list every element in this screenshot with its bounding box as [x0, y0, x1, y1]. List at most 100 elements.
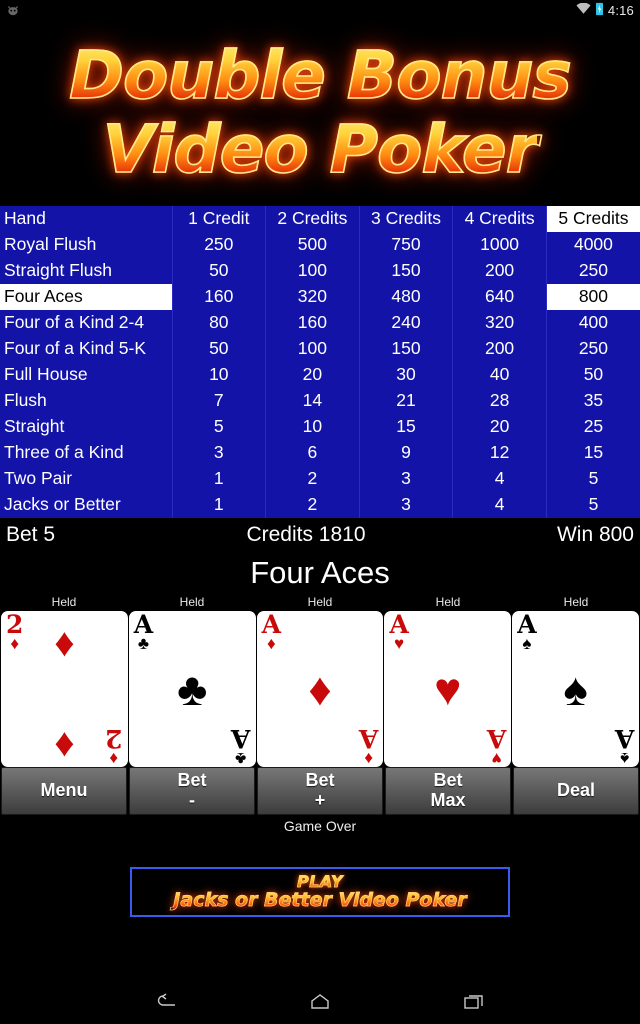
android-nav-bar: [0, 980, 640, 1024]
hand-result-text: Four Aces: [0, 551, 640, 595]
paytable-header-3credits: 3 Credits: [359, 206, 454, 232]
game-status-text: Game Over: [0, 815, 640, 837]
paytable-cell: 400: [578, 312, 609, 332]
playing-card[interactable]: A ♠ A ♠ ♠: [512, 611, 639, 767]
card-rank: A: [231, 724, 251, 753]
paytable-cell: 20: [452, 414, 547, 440]
control-button-sublabel: -: [189, 790, 195, 810]
paytable-cell: 4: [452, 466, 547, 492]
paytable-row: Straight Flush 50 100 150 200 250: [0, 258, 640, 284]
paytable-cell: 15: [583, 442, 604, 462]
control-button-label: Bet: [433, 770, 463, 791]
back-arrow-icon[interactable]: [149, 989, 183, 1015]
paytable-header-1credit: 1 Credit: [172, 206, 267, 232]
paytable-row: Straight 5 10 15 20 25: [0, 414, 640, 440]
menu-button[interactable]: Menu: [1, 767, 127, 815]
paytable-row: Two Pair 1 2 3 4 5: [0, 466, 640, 492]
paytable-cell: 20: [265, 362, 360, 388]
game-title-line2: Video Poker: [102, 110, 539, 188]
meter-row: Bet 5 Credits 1810 Win 800: [0, 519, 640, 551]
bet-minus-button[interactable]: Bet -: [129, 767, 255, 815]
card-rank: A: [614, 724, 634, 753]
paytable-cell: 640: [452, 284, 547, 310]
win-meter: Win 800: [556, 523, 634, 546]
paytable: Hand 1 Credit 2 Credits 3 Credits 4 Cred…: [0, 205, 640, 519]
paytable-cell: 50: [583, 364, 604, 384]
card-index-bottom: A ♣: [231, 724, 251, 767]
paytable-cell: 1: [172, 466, 267, 492]
recent-apps-icon[interactable]: [457, 989, 491, 1015]
card-suit-icon: ♥: [394, 633, 405, 653]
card-suit-icon: ♦: [266, 633, 276, 653]
paytable-cell: 150: [359, 336, 454, 362]
bet-max-button[interactable]: Bet Max: [385, 767, 511, 815]
paytable-cell: 4: [452, 492, 547, 518]
ad-banner-line2: Jacks or Better Video Poker: [173, 888, 467, 911]
paytable-hand-label: Four Aces: [0, 284, 173, 310]
paytable-cell: 14: [265, 388, 360, 414]
paytable-hand-label: Two Pair: [0, 466, 173, 492]
wifi-icon: [576, 2, 591, 18]
paytable-cell: 12: [452, 440, 547, 466]
paytable-cell: 5: [172, 414, 267, 440]
card-pip: ♥: [434, 663, 462, 715]
paytable-hand-label: Straight Flush: [0, 258, 173, 284]
paytable-row: Flush 7 14 21 28 35: [0, 388, 640, 414]
status-bar-left: [6, 4, 20, 16]
paytable-cell: 200: [452, 336, 547, 362]
card-suit-icon: ♠: [522, 633, 532, 653]
playing-card[interactable]: 2 ♦ 2 ♦ ♦ ♦: [1, 611, 128, 767]
card-index-bottom: A ♦: [359, 724, 378, 767]
card-index-top: A ♠: [517, 612, 536, 653]
paytable-row: Three of a Kind 3 6 9 12 15: [0, 440, 640, 466]
paytable-header-4credits: 4 Credits: [452, 206, 547, 232]
paytable-cell: 5: [588, 494, 599, 514]
held-label: Held: [307, 595, 333, 609]
playing-card[interactable]: A ♣ A ♣ ♣: [128, 611, 256, 767]
paytable-cell: 160: [265, 310, 360, 336]
paytable-hand-label: Straight: [0, 414, 173, 440]
paytable-cell: 200: [452, 258, 547, 284]
card-pip: ♦: [54, 721, 75, 765]
game-title-line1: Double Bonus: [68, 36, 572, 114]
paytable-cell: 15: [359, 414, 454, 440]
paytable-row: Four of a Kind 5-K 50 100 150 200 250: [0, 336, 640, 362]
paytable-row: Four Aces 160 320 480 640 800: [0, 284, 640, 310]
bet-meter: Bet 5: [6, 523, 56, 546]
paytable-cell: 7: [172, 388, 267, 414]
paytable-cell: 3: [359, 466, 454, 492]
paytable-cell: 750: [359, 232, 454, 258]
paytable-cell: 250: [578, 338, 609, 358]
playing-card[interactable]: A ♥ A ♥ ♥: [384, 611, 512, 767]
paytable-cell: 35: [583, 390, 604, 410]
paytable-hand-label: Three of a Kind: [0, 440, 173, 466]
paytable-cell: 30: [359, 362, 454, 388]
paytable-cell: 160: [172, 284, 267, 310]
paytable-cell: 1: [172, 492, 267, 518]
playing-card[interactable]: A ♦ A ♦ ♦: [256, 611, 384, 767]
home-icon[interactable]: [303, 989, 337, 1015]
paytable-cell: 3: [359, 492, 454, 518]
paytable-hand-label: Jacks or Better: [0, 492, 173, 518]
paytable-header-5credits: 5 Credits: [546, 206, 640, 232]
paytable-cell: 500: [265, 232, 360, 258]
bet-plus-button[interactable]: Bet +: [257, 767, 383, 815]
paytable-hand-label: Royal Flush: [0, 232, 173, 258]
paytable-row: Four of a Kind 2-4 80 160 240 320 400: [0, 310, 640, 336]
paytable-cell: 9: [359, 440, 454, 466]
paytable-hand-label: Flush: [0, 388, 173, 414]
paytable-cell: 28: [452, 388, 547, 414]
paytable-cell: 80: [172, 310, 267, 336]
paytable-cell: 50: [172, 336, 267, 362]
deal-button[interactable]: Deal: [513, 767, 639, 815]
paytable-cell: 480: [359, 284, 454, 310]
ad-banner[interactable]: PLAY Jacks or Better Video Poker: [130, 867, 510, 917]
control-button-sublabel: +: [314, 790, 326, 810]
paytable-cell: 2: [265, 492, 360, 518]
paytable-cell: 50: [172, 258, 267, 284]
paytable-row: Jacks or Better 1 2 3 4 5: [0, 492, 640, 518]
card-index-top: A ♣: [134, 612, 153, 652]
paytable-cell: 25: [583, 416, 604, 436]
held-label: Held: [51, 595, 77, 609]
paytable-cell: 240: [359, 310, 454, 336]
